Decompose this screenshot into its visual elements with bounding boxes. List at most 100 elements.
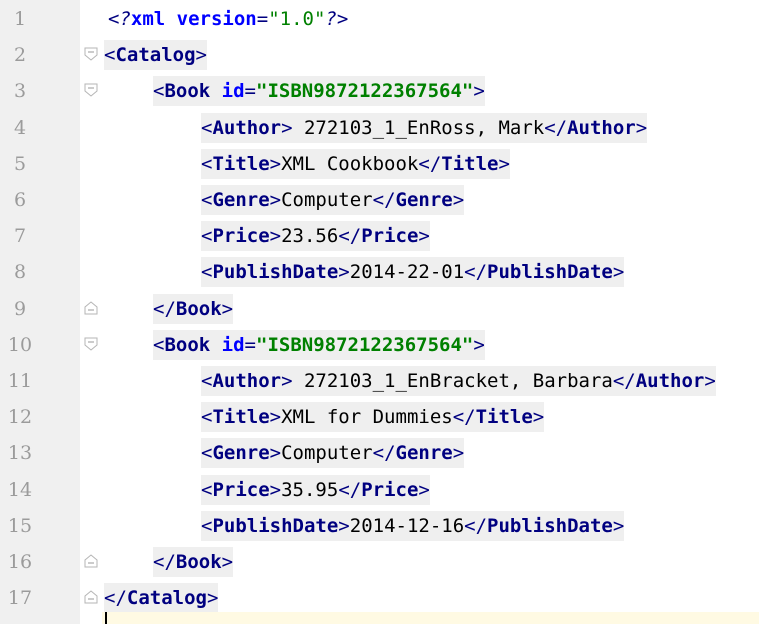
code-text[interactable]: <PublishDate>2014-12-16</PublishDate> [201, 508, 625, 544]
line-number: 16 [7, 551, 33, 573]
token-tagname: Price [361, 478, 419, 501]
code-line[interactable]: 8 <PublishDate>2014-22-01</PublishDate> [0, 254, 759, 290]
code-line[interactable]: 16 </Book> [0, 544, 759, 580]
code-text[interactable]: </Book> [153, 544, 234, 580]
token-pi-key: xml version [130, 8, 257, 30]
tag-highlight: <Author> 272103_1_EnRoss, Mark</Author> [201, 112, 648, 143]
token-bracket: > [269, 478, 282, 501]
code-line[interactable]: 9 </Book> [0, 291, 759, 327]
token-bracket: > [473, 333, 485, 356]
code-text[interactable]: <Author> 272103_1_EnRoss, Mark</Author> [201, 110, 648, 146]
code-line[interactable]: 1 <?xml version="1.0"?> [0, 1, 759, 37]
token-bracket: > [221, 297, 234, 320]
token-bracket: > [269, 189, 282, 211]
code-line[interactable]: 11 <Author> 272103_1_EnBracket, Barbara</… [0, 363, 759, 399]
code-text[interactable]: <Author> 272103_1_EnBracket, Barbara</Au… [201, 363, 716, 399]
token-bracket: </ [372, 189, 396, 211]
code-text[interactable]: <Price>35.95</Price> [201, 472, 430, 508]
token-tagname: Title [441, 152, 499, 175]
token-bracket: < [201, 406, 213, 429]
tag-highlight: </Book> [153, 547, 234, 577]
line-number: 13 [7, 442, 33, 465]
code-text[interactable]: </Book> [153, 291, 234, 327]
token-bracket: > [418, 478, 430, 501]
tag-highlight: <Book id="ISBN9872122367564"> [153, 329, 485, 360]
tag-highlight: <?xml version="1.0"?> [108, 4, 348, 34]
token-text: Computer [281, 442, 373, 465]
token-bracket: < [201, 189, 213, 211]
token-bracket: < [201, 442, 213, 465]
token-text: XML Cookbook [281, 152, 419, 175]
token-pi-val: "1.0" [268, 8, 326, 30]
token-attrval: "ISBN9872122367564" [256, 80, 474, 103]
token-bracket: > [269, 152, 282, 175]
fold-collapse-icon[interactable] [84, 337, 98, 351]
fold-end-icon[interactable] [84, 590, 98, 604]
code-line[interactable]: 15 <PublishDate>2014-12-16</PublishDate> [0, 508, 759, 544]
fold-end-icon[interactable] [84, 554, 98, 568]
code-line[interactable]: 5 <Title>XML Cookbook</Title> [0, 146, 759, 182]
token-bracket: < [201, 370, 213, 392]
tag-highlight: </Book> [153, 293, 234, 324]
token-bracket: </ [612, 370, 636, 392]
fold-end-icon[interactable] [84, 300, 98, 315]
token-text: 2014-22-01 [349, 261, 465, 284]
code-text[interactable]: <Title>XML Cookbook</Title> [201, 146, 510, 182]
tag-highlight: <Title>XML Cookbook</Title> [201, 148, 510, 179]
code-text[interactable]: <Book id="ISBN9872122367564"> [153, 327, 485, 363]
code-line[interactable]: 13 <Genre>Computer</Genre> [0, 435, 759, 471]
token-bracket: </ [104, 587, 127, 610]
tag-highlight: <Genre>Computer</Genre> [201, 185, 465, 215]
line-number: 9 [13, 297, 27, 320]
code-text[interactable]: <Catalog> [104, 37, 207, 73]
token-bracket: </ [418, 152, 442, 175]
code-line[interactable]: 12 <Title>XML for Dummies</Title> [0, 399, 759, 435]
token-pi: ?> [325, 8, 349, 30]
code-text[interactable]: <Title>XML for Dummies</Title> [201, 399, 545, 435]
token-bracket: > [338, 261, 350, 284]
token-bracket: > [452, 189, 465, 211]
token-tagname: Author [212, 370, 282, 392]
token-tagname: Author [635, 370, 705, 392]
token-tagname: Book [164, 80, 222, 103]
token-bracket: > [195, 44, 207, 67]
code-line[interactable]: 14 <Price>35.95</Price> [0, 472, 759, 508]
token-bracket: </ [153, 297, 176, 320]
token-bracket: > [281, 370, 293, 392]
code-line[interactable]: 4 <Author> 272103_1_EnRoss, Mark</Author> [0, 110, 759, 146]
code-line[interactable]: 3 <Book id="ISBN9872122367564"> [0, 73, 759, 109]
code-text[interactable]: </Catalog> [104, 580, 219, 616]
token-bracket: < [201, 116, 213, 139]
code-text[interactable]: <?xml version="1.0"?> [108, 1, 348, 37]
code-text[interactable]: <Book id="ISBN9872122367564"> [153, 73, 485, 109]
token-bracket: > [704, 370, 716, 392]
token-tagname: Genre [212, 189, 270, 211]
token-bracket: </ [338, 478, 362, 501]
code-text[interactable]: <PublishDate>2014-22-01</PublishDate> [201, 254, 625, 290]
code-text[interactable]: <Genre>Computer</Genre> [201, 435, 465, 471]
code-line[interactable]: 2 <Catalog> [0, 37, 759, 73]
line-number: 3 [13, 80, 27, 103]
fold-collapse-icon[interactable] [84, 47, 98, 61]
token-tagname: Book [175, 297, 222, 320]
xml-editor[interactable]: 1 <?xml version="1.0"?> 2 <Catalog> 3 <Book i… [0, 0, 759, 624]
token-tagname: Author [212, 116, 282, 139]
code-line[interactable]: 10 <Book id="ISBN9872122367564"> [0, 327, 759, 363]
code-line[interactable]: 17 </Catalog> [0, 580, 759, 616]
code-text[interactable]: <Price>23.56</Price> [201, 218, 430, 254]
line-number: 7 [13, 225, 27, 248]
code-line[interactable]: 6 <Genre>Computer</Genre> [0, 182, 759, 218]
fold-collapse-icon[interactable] [84, 83, 98, 98]
gutter-current-line [0, 612, 80, 624]
token-bracket: > [269, 225, 282, 248]
token-tagname: PublishDate [487, 514, 613, 537]
token-bracket: < [104, 44, 116, 67]
line-number: 2 [13, 44, 27, 67]
token-tagname: Genre [395, 442, 453, 465]
tag-highlight: <Author> 272103_1_EnBracket, Barbara</Au… [201, 366, 716, 396]
tag-highlight: <PublishDate>2014-12-16</PublishDate> [201, 510, 625, 541]
code-text[interactable]: <Genre>Computer</Genre> [201, 182, 465, 218]
code-line[interactable]: 7 <Price>23.56</Price> [0, 218, 759, 254]
token-bracket: < [201, 514, 213, 537]
token-bracket: > [418, 225, 430, 248]
